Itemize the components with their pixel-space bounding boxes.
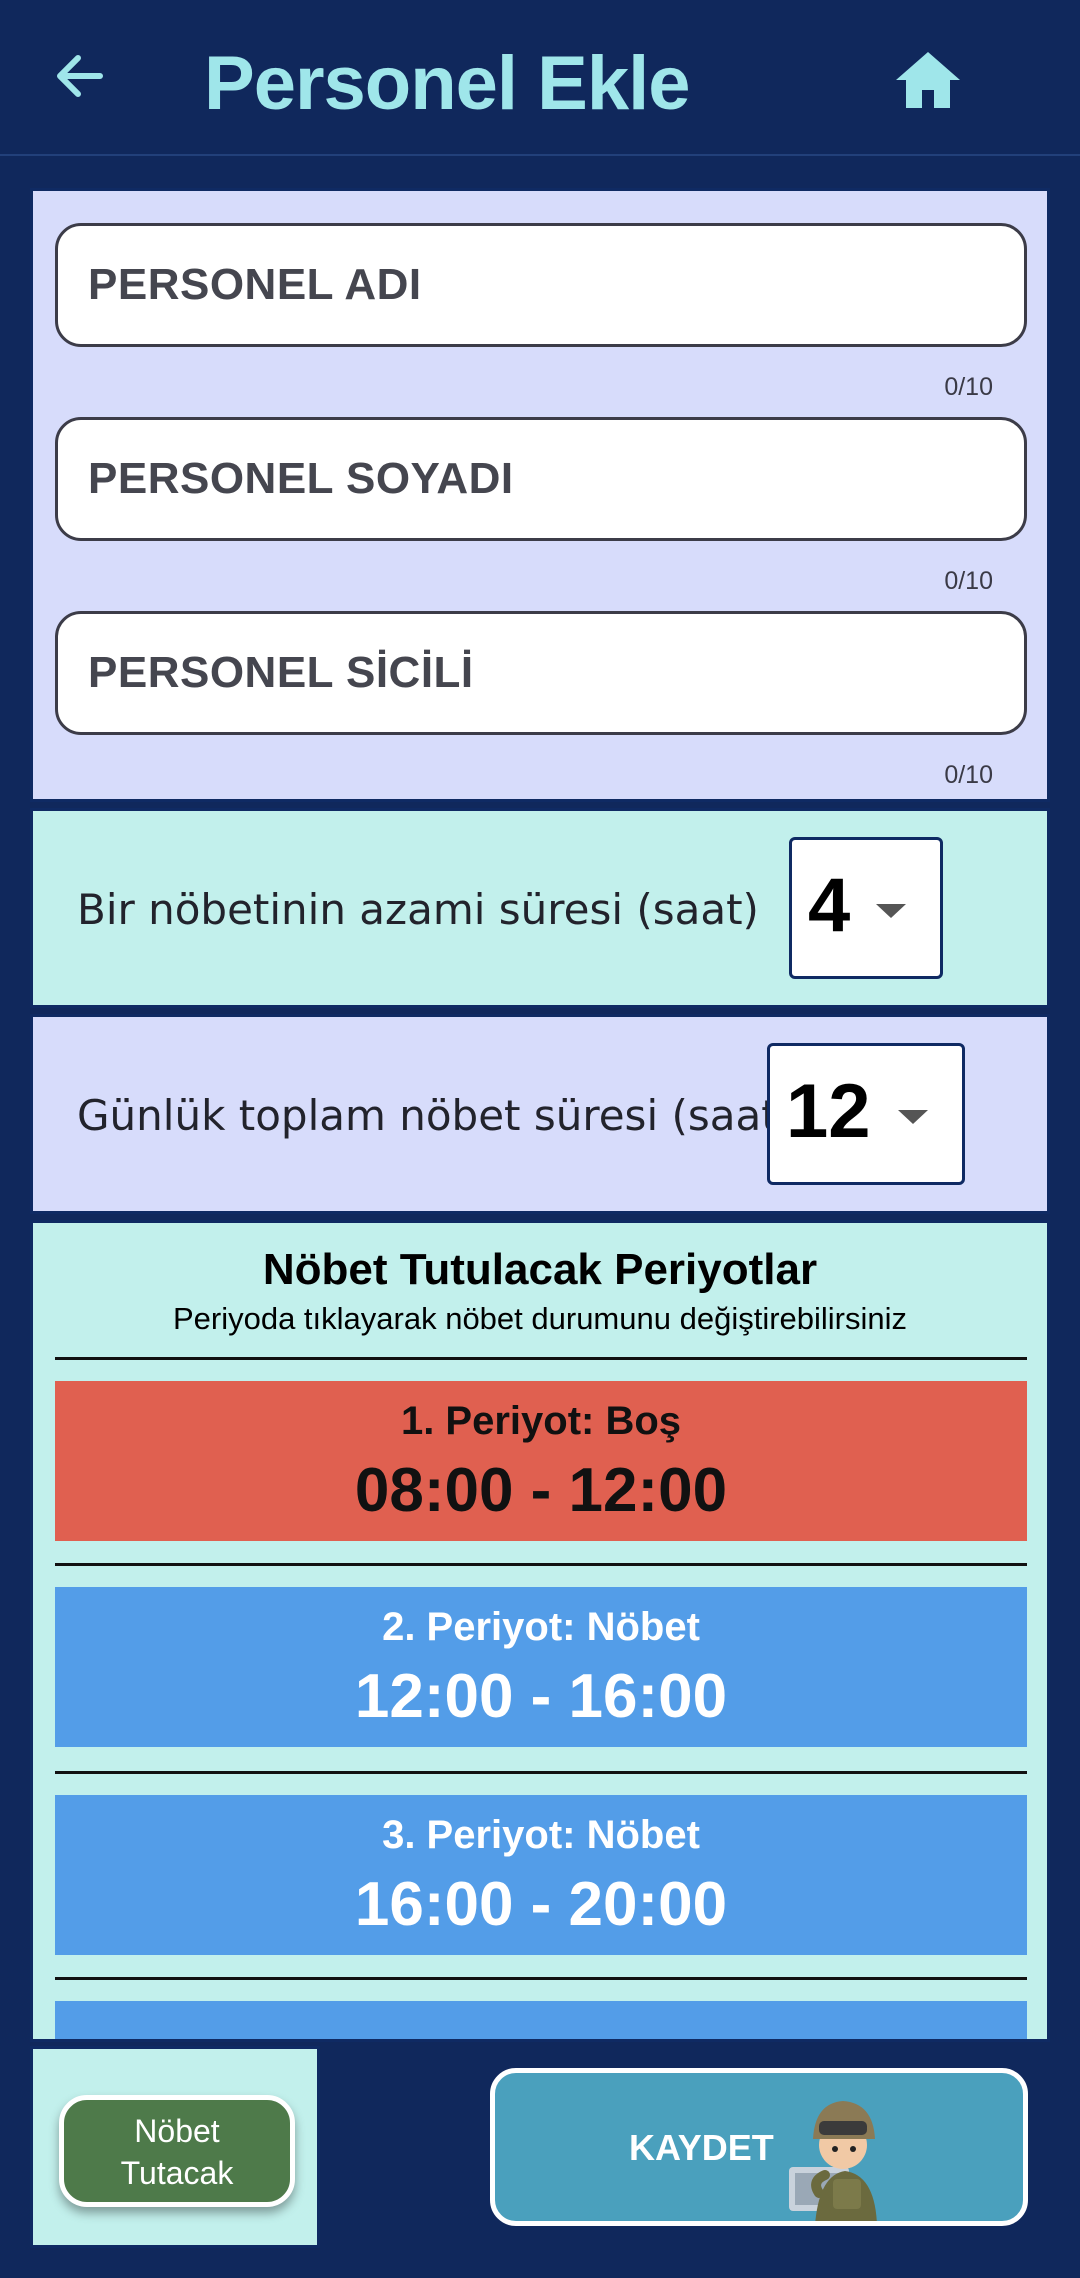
daily-total-label: Günlük toplam nöbet süresi (saat) bbox=[77, 1091, 795, 1140]
last-name-counter: 0/10 bbox=[944, 567, 993, 595]
divider bbox=[55, 1977, 1027, 1980]
max-shift-label: Bir nöbetinin azami süresi (saat) bbox=[77, 885, 759, 934]
legend-line-1: Nöbet bbox=[134, 2113, 220, 2149]
personnel-form: PERSONEL ADI 0/10 PERSONEL SOYADI 0/10 P… bbox=[30, 188, 1050, 802]
period-label: 2. Periyot: Nöbet bbox=[382, 1605, 700, 1649]
first-name-placeholder: PERSONEL ADI bbox=[88, 260, 422, 309]
divider bbox=[55, 1563, 1027, 1566]
last-name-field[interactable]: PERSONEL SOYADI bbox=[55, 417, 1027, 541]
max-shift-value: 4 bbox=[808, 863, 851, 948]
periods-panel: Nöbet Tutulacak Periyotlar Periyoda tıkl… bbox=[30, 1220, 1050, 2042]
period-label: 1. Periyot: Boş bbox=[400, 1399, 682, 1443]
daily-total-row: Günlük toplam nöbet süresi (saat) 12 bbox=[30, 1014, 1050, 1214]
home-icon bbox=[896, 52, 960, 108]
period-time: 12:00 - 16:00 bbox=[354, 1662, 728, 1731]
registry-field[interactable]: PERSONEL SİCİLİ bbox=[55, 611, 1027, 735]
save-button[interactable]: KAYDET bbox=[490, 2068, 1028, 2226]
back-button[interactable] bbox=[48, 44, 112, 108]
period-time: 08:00 - 12:00 bbox=[354, 1456, 728, 1525]
periods-subtitle: Periyoda tıklayarak nöbet durumunu değiş… bbox=[172, 1301, 908, 1336]
periods-title: Nöbet Tutulacak Periyotlar bbox=[262, 1245, 818, 1294]
period-time: 16:00 - 20:00 bbox=[354, 1870, 728, 1939]
registry-counter: 0/10 bbox=[944, 761, 993, 789]
chevron-down-icon bbox=[876, 904, 906, 918]
duty-legend-button[interactable]: Nöbet Tutacak bbox=[59, 2095, 295, 2207]
period-2[interactable]: 2. Periyot: Nöbet 12:00 - 16:00 bbox=[55, 1587, 1027, 1747]
soldier-mascot-image bbox=[789, 2101, 877, 2221]
page-title: Personel Ekle bbox=[204, 41, 690, 126]
legend-line-2: Tutacak bbox=[120, 2155, 234, 2191]
app-header: Personel Ekle bbox=[0, 0, 1080, 156]
legend-panel: Nöbet Tutacak bbox=[30, 2046, 320, 2248]
registry-placeholder: PERSONEL SİCİLİ bbox=[88, 648, 474, 697]
max-shift-row: Bir nöbetinin azami süresi (saat) 4 bbox=[30, 808, 1050, 1008]
daily-total-dropdown[interactable]: 12 bbox=[767, 1043, 965, 1185]
period-1[interactable]: 1. Periyot: Boş 08:00 - 12:00 bbox=[55, 1381, 1027, 1541]
arrow-left-icon bbox=[57, 55, 103, 97]
period-4-partial[interactable] bbox=[55, 2001, 1027, 2039]
divider bbox=[55, 1771, 1027, 1774]
max-shift-dropdown[interactable]: 4 bbox=[789, 837, 943, 979]
divider bbox=[55, 1357, 1027, 1360]
home-button[interactable] bbox=[892, 46, 964, 114]
first-name-field[interactable]: PERSONEL ADI bbox=[55, 223, 1027, 347]
first-name-counter: 0/10 bbox=[944, 373, 993, 401]
period-label: 3. Periyot: Nöbet bbox=[382, 1813, 700, 1857]
chevron-down-icon bbox=[898, 1110, 928, 1124]
daily-total-value: 12 bbox=[786, 1069, 871, 1154]
save-label: KAYDET bbox=[629, 2127, 774, 2168]
last-name-placeholder: PERSONEL SOYADI bbox=[88, 454, 514, 503]
period-3[interactable]: 3. Periyot: Nöbet 16:00 - 20:00 bbox=[55, 1795, 1027, 1955]
